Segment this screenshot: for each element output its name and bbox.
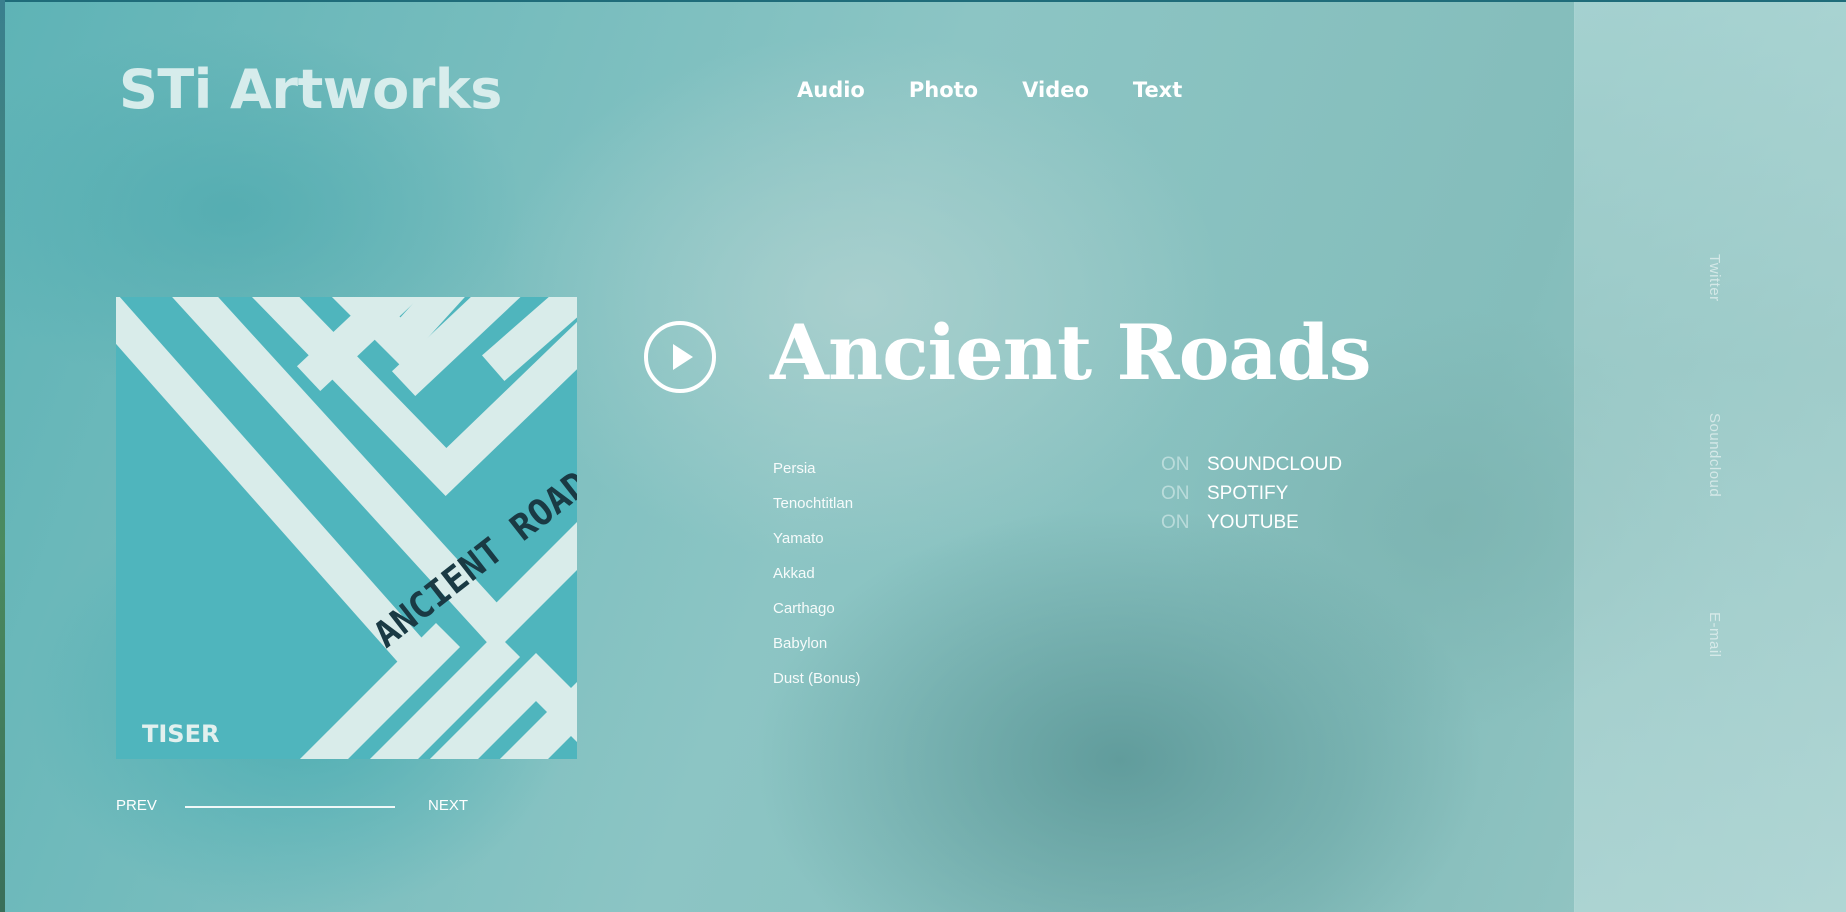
track-item[interactable]: Tenochtitlan [773,493,861,528]
nav-item-text[interactable]: Text [1133,78,1182,102]
page-background: STi Artworks Audio Photo Video Text ANCI… [0,0,1846,912]
platform-prefix: ON [1161,454,1190,475]
prev-button[interactable]: PREV [116,797,157,814]
next-button[interactable]: NEXT [428,797,468,814]
cover-pager: PREV NEXT [116,797,516,817]
platform-link-soundcloud[interactable]: ON SOUNDCLOUD [1161,453,1342,482]
platform-prefix: ON [1161,512,1190,533]
album-cover-art: ANCIENT ROADS TISER [116,297,577,759]
site-logo[interactable]: STi Artworks [119,58,502,122]
pager-progress-line [185,806,395,808]
social-link-soundcloud[interactable]: Soundcloud [1706,413,1723,497]
left-border [0,0,5,912]
social-link-email[interactable]: E-mail [1706,612,1723,658]
track-item[interactable]: Dust (Bonus) [773,668,861,703]
platform-link-spotify[interactable]: ON SPOTIFY [1161,482,1342,511]
nav-item-video[interactable]: Video [1022,78,1089,102]
top-border [0,0,1846,2]
track-list: Persia Tenochtitlan Yamato Akkad Carthag… [773,458,861,703]
main-nav: Audio Photo Video Text [797,78,1226,102]
play-circle-icon[interactable] [643,320,717,394]
album-title: Ancient Roads [770,308,1372,397]
nav-item-photo[interactable]: Photo [909,78,978,102]
platform-link-youtube[interactable]: ON YOUTUBE [1161,511,1342,540]
track-item[interactable]: Babylon [773,633,861,668]
platform-name: SPOTIFY [1207,483,1289,504]
track-item[interactable]: Carthago [773,598,861,633]
platform-links: ON SOUNDCLOUD ON SPOTIFY ON YOUTUBE [1161,453,1342,540]
track-item[interactable]: Yamato [773,528,861,563]
platform-prefix: ON [1161,483,1190,504]
track-item[interactable]: Akkad [773,563,861,598]
cover-artist-text: TISER [142,720,219,748]
social-link-twitter[interactable]: Twitter [1706,254,1723,302]
platform-name: YOUTUBE [1207,512,1299,533]
track-item[interactable]: Persia [773,458,861,493]
album-cover: ANCIENT ROADS TISER [116,297,577,759]
nav-item-audio[interactable]: Audio [797,78,865,102]
platform-name: SOUNDCLOUD [1207,454,1343,475]
